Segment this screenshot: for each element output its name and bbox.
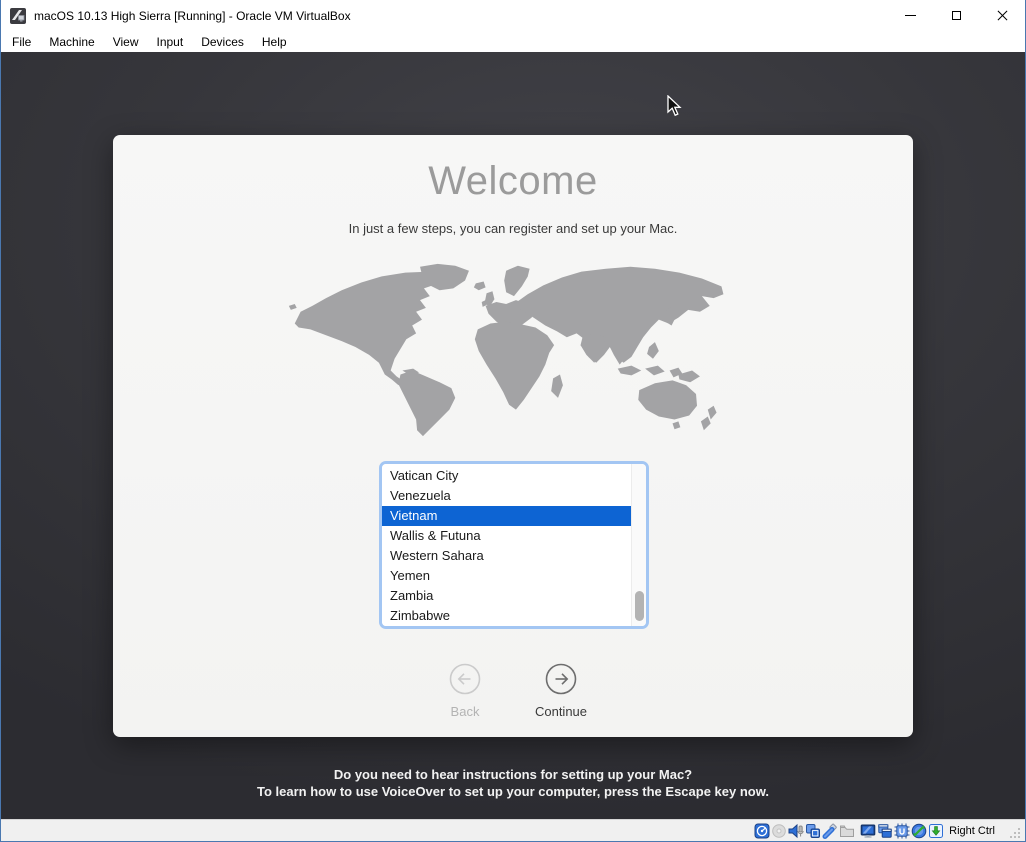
menu-input[interactable]: Input: [148, 33, 193, 51]
close-icon: [997, 10, 1008, 21]
optical-disc-icon[interactable]: [771, 823, 787, 839]
mouse-integration-icon[interactable]: [911, 823, 927, 839]
back-arrow-icon: [449, 663, 481, 695]
country-option-selected[interactable]: Vietnam: [382, 506, 631, 526]
menu-view[interactable]: View: [104, 33, 148, 51]
voiceover-line1: Do you need to hear instructions for set…: [1, 766, 1025, 783]
maximize-icon: [952, 11, 961, 20]
voiceover-line2: To learn how to use VoiceOver to set up …: [1, 783, 1025, 800]
maximize-button[interactable]: [933, 0, 979, 31]
hard-disk-icon[interactable]: [754, 823, 770, 839]
voiceover-hint: Do you need to hear instructions for set…: [1, 766, 1025, 800]
country-option[interactable]: Zimbabwe: [382, 606, 631, 626]
country-option[interactable]: Venezuela: [382, 486, 631, 506]
host-key-label: Right Ctrl: [949, 825, 995, 837]
features-chip-icon[interactable]: [894, 823, 910, 839]
list-scrollbar[interactable]: [631, 464, 646, 626]
menu-help[interactable]: Help: [253, 33, 296, 51]
continue-button[interactable]: Continue: [513, 663, 609, 719]
scrollbar-thumb[interactable]: [635, 591, 644, 621]
country-listbox[interactable]: Vatican City Venezuela Vietnam Wallis & …: [379, 461, 649, 629]
menu-file[interactable]: File: [3, 33, 40, 51]
back-button[interactable]: Back: [417, 663, 513, 719]
page-subtitle: In just a few steps, you can register an…: [113, 221, 913, 236]
country-option[interactable]: Vatican City: [382, 466, 631, 486]
country-list: Vatican City Venezuela Vietnam Wallis & …: [382, 464, 631, 626]
mouse-cursor: [667, 95, 682, 117]
status-bar: Right Ctrl: [1, 819, 1025, 841]
display-icon[interactable]: [860, 823, 876, 839]
keyboard-capture-icon[interactable]: [928, 823, 944, 839]
country-option[interactable]: Yemen: [382, 566, 631, 586]
continue-label: Continue: [513, 704, 609, 719]
minimize-button[interactable]: [887, 0, 933, 31]
continue-arrow-icon: [545, 663, 577, 695]
menu-machine[interactable]: Machine: [40, 33, 103, 51]
usb-icon[interactable]: [822, 823, 838, 839]
network-icon[interactable]: [805, 823, 821, 839]
menu-bar: File Machine View Input Devices Help: [1, 31, 1025, 52]
virtualbox-logo-icon: [9, 7, 27, 25]
shared-folders-icon[interactable]: [839, 823, 855, 839]
page-title: Welcome: [113, 159, 913, 204]
virtualbox-window: macOS 10.13 High Sierra [Running] - Orac…: [0, 0, 1026, 842]
resize-grip[interactable]: [1009, 827, 1021, 839]
back-label: Back: [417, 704, 513, 719]
vm-screen: Welcome In just a few steps, you can reg…: [1, 52, 1025, 820]
recording-icon[interactable]: [877, 823, 893, 839]
menu-devices[interactable]: Devices: [192, 33, 253, 51]
close-button[interactable]: [979, 0, 1025, 31]
world-map-image: [283, 259, 743, 439]
country-option[interactable]: Wallis & Futuna: [382, 526, 631, 546]
country-option[interactable]: Zambia: [382, 586, 631, 606]
title-bar[interactable]: macOS 10.13 High Sierra [Running] - Orac…: [1, 0, 1025, 31]
audio-icon[interactable]: [788, 823, 804, 839]
window-title: macOS 10.13 High Sierra [Running] - Orac…: [34, 9, 351, 23]
country-option[interactable]: Western Sahara: [382, 546, 631, 566]
minimize-icon: [905, 15, 916, 16]
setup-card: Welcome In just a few steps, you can reg…: [113, 135, 913, 737]
